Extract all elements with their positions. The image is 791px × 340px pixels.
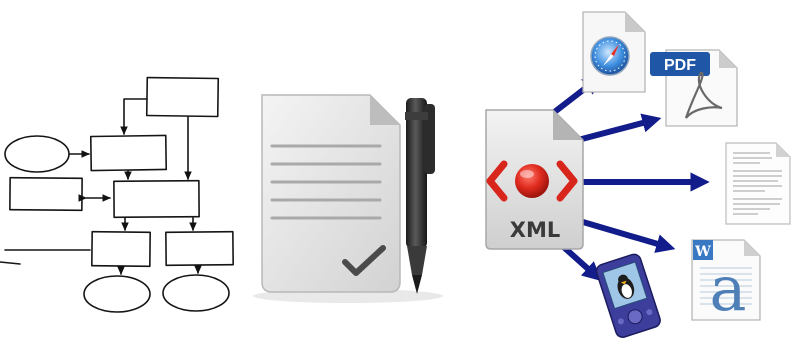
pdf-badge-label: PDF: [664, 57, 696, 74]
flowchart-box-center: [113, 179, 200, 219]
flowchart-box-bottom-right: [165, 230, 234, 267]
flowchart-box-top: [145, 76, 220, 118]
pda-device-icon: [595, 253, 661, 338]
pdf-document-icon: PDF: [650, 49, 738, 127]
safari-html-icon: [582, 11, 646, 93]
flowchart-ellipse-bottom-right: [162, 274, 230, 312]
xml-conversion-illustration: XML PDF W a: [0, 11, 791, 338]
word-document-icon: W a: [691, 239, 761, 325]
flowchart-sketch: [0, 76, 234, 313]
arrow-to-pdf: [575, 113, 662, 143]
flowchart-ellipse-left: [4, 135, 70, 173]
xml-label: XML: [510, 218, 560, 242]
pen-icon: [405, 98, 435, 294]
flowchart-box-bottom-left: [91, 230, 151, 268]
arrow-to-word: [580, 219, 676, 253]
flowchart-box-left: [9, 176, 83, 212]
flowchart-ellipse-bottom-left: [83, 275, 151, 313]
xml-document-icon: XML: [485, 109, 584, 250]
text-document-icon: [725, 142, 791, 225]
flowchart-box-mid-left: [89, 134, 168, 172]
word-glyph: a: [710, 252, 747, 325]
